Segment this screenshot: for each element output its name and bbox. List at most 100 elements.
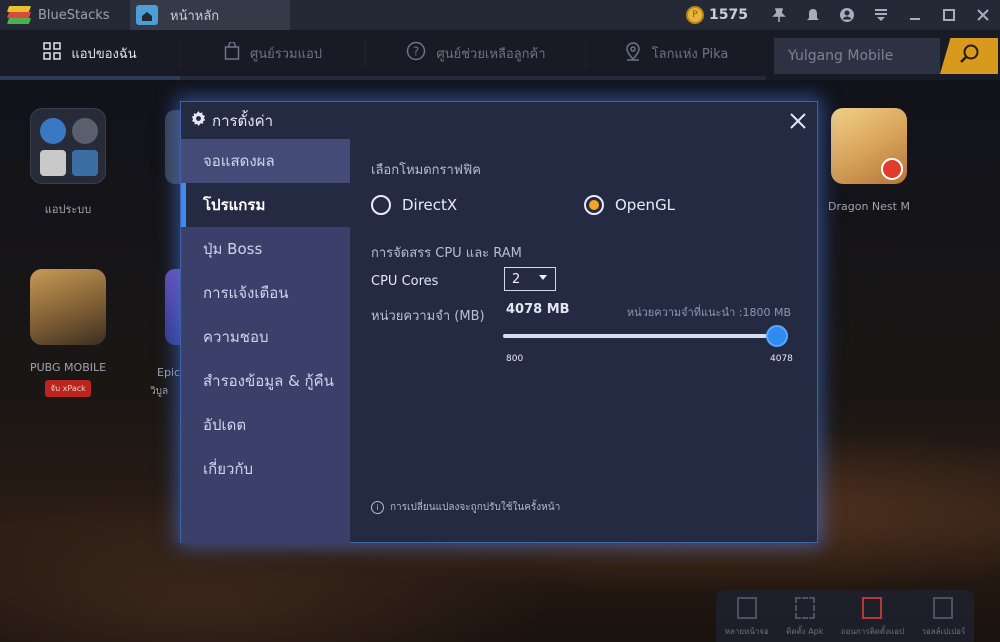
search-button[interactable]: [940, 38, 998, 74]
help-circle-icon: ?: [406, 41, 426, 65]
slider-track: [503, 334, 788, 338]
chevron-down-icon: [539, 275, 547, 280]
sidebar-item-label: จอแสดงผล: [203, 152, 275, 170]
tab-home[interactable]: หน้าหลัก: [130, 0, 290, 30]
menu-icon[interactable]: [864, 0, 898, 30]
minimize-icon[interactable]: [898, 0, 932, 30]
radio-circle-selected: [584, 195, 604, 215]
home-icon: [136, 5, 158, 25]
tab-app-center[interactable]: ศูนย์รวมแอป: [180, 30, 366, 80]
close-window-icon[interactable]: [966, 0, 1000, 30]
partial-app-icon: [165, 110, 181, 184]
sidebar-item-label: เกี่ยวกับ: [203, 460, 254, 478]
install-apk-icon: [794, 597, 815, 619]
map-pin-icon: [624, 41, 642, 65]
graphics-mode-group: DirectX OpenGL: [371, 195, 691, 215]
wallpaper-button[interactable]: วอลล์เปเปอร์: [921, 597, 965, 638]
nav-bar: แอปของฉัน ศูนย์รวมแอป ? ศูนย์ช่วยเหลือลู…: [0, 30, 1000, 80]
sidebar-item-display[interactable]: จอแสดงผล: [181, 139, 350, 183]
slider-min-label: 800: [506, 354, 524, 364]
account-icon[interactable]: [830, 0, 864, 30]
coin-count: 1575: [709, 7, 748, 23]
pin-icon[interactable]: [762, 0, 796, 30]
slider-max-label: 4078: [770, 354, 793, 364]
uninstall-app-button[interactable]: ถอนการติดตั้งแอป: [841, 597, 904, 638]
wallpaper-icon: [933, 597, 954, 619]
install-apk-button[interactable]: ติดตั้ง Apk: [786, 597, 823, 638]
memory-label: หน่วยความจำ (MB): [371, 309, 485, 324]
radio-label: DirectX: [402, 196, 458, 214]
sidebar-item-engine[interactable]: โปรแกรม: [181, 183, 350, 227]
dock-label: ถอนการติดตั้งแอป: [840, 627, 905, 636]
cpu-cores-label: CPU Cores: [371, 274, 439, 289]
tab-label: โลกแห่ง Pika: [651, 46, 729, 62]
brand-name: BlueStacks: [38, 7, 110, 23]
grid-icon: [43, 42, 62, 64]
pubg-mobile-icon: [30, 269, 107, 345]
restart-note: i การเปลี่ยนแปลงจะถูกปรับใช้ในครั้งหน้า: [371, 500, 560, 515]
close-icon: [790, 113, 806, 129]
cpu-cores-value: 2: [512, 271, 521, 287]
tab-help-center[interactable]: ? ศูนย์ช่วยเหลือลูกค้า: [366, 30, 586, 80]
resources-section-title: การจัดสรร CPU และ RAM: [371, 246, 522, 261]
multi-instance-button[interactable]: หลายหน้าจอ: [725, 597, 769, 638]
maximize-icon[interactable]: [932, 0, 966, 30]
radio-circle: [371, 195, 391, 215]
bluestacks-logo-icon: [6, 5, 32, 25]
app-label: Epic: [157, 366, 181, 379]
radio-label: OpenGL: [615, 196, 676, 214]
sidebar-item-boss-key[interactable]: ปุ่ม Boss: [181, 227, 350, 271]
sidebar-item-label: อัปเดต: [203, 416, 247, 434]
info-icon: i: [371, 501, 384, 514]
sidebar-item-about[interactable]: เกี่ยวกับ: [181, 447, 350, 491]
tab-label: ศูนย์รวมแอป: [249, 46, 323, 62]
dialog-title: การตั้งค่า: [212, 111, 274, 130]
coin-icon: P: [686, 6, 705, 24]
sidebar-item-updates[interactable]: อัปเดต: [181, 403, 350, 447]
app-pubg[interactable]: PUBG MOBILE จับ xPack: [30, 269, 106, 397]
graphics-section-title: เลือกโหมดกราฟฟิค: [371, 163, 481, 178]
dialog-header: การตั้งค่า: [181, 102, 817, 139]
memory-recommended: หน่วยความจำที่แนะนำ :1800 MB: [626, 306, 791, 319]
settings-content: เลือกโหมดกราฟฟิค DirectX OpenGL การจัดสร…: [371, 139, 801, 543]
dock-label: ติดตั้ง Apk: [786, 627, 824, 636]
app-badge: จับ xPack: [45, 380, 91, 397]
epic-app-icon: [165, 269, 181, 345]
title-bar-controls: P 1575: [686, 0, 1000, 30]
slider-thumb[interactable]: [766, 325, 788, 347]
dock-label: วอลล์เปเปอร์: [921, 627, 966, 636]
tab-pika-world[interactable]: โลกแห่ง Pika: [586, 30, 766, 80]
tab-label: แอปของฉัน: [71, 46, 137, 62]
app-label: PUBG MOBILE: [30, 361, 107, 374]
bell-icon[interactable]: [796, 0, 830, 30]
trash-icon: [862, 597, 883, 619]
shopping-bag-icon: [224, 41, 240, 64]
radio-opengl[interactable]: OpenGL: [584, 195, 675, 215]
note-text: การเปลี่ยนแปลงจะถูกปรับใช้ในครั้งหน้า: [390, 502, 561, 513]
settings-sidebar: จอแสดงผล โปรแกรม ปุ่ม Boss การแจ้งเตือน …: [181, 139, 350, 543]
multi-window-icon: [736, 597, 757, 619]
dock-label: หลายหน้าจอ: [724, 627, 769, 636]
tab-home-label: หน้าหลัก: [170, 8, 220, 24]
search-input[interactable]: Yulgang Mobile: [774, 38, 940, 74]
sidebar-item-label: ความชอบ: [203, 328, 269, 346]
tab-my-apps[interactable]: แอปของฉัน: [0, 30, 180, 80]
svg-text:?: ?: [413, 45, 419, 59]
memory-value: 4078 MB: [506, 302, 570, 317]
brand: BlueStacks: [0, 0, 130, 30]
sidebar-item-preferences[interactable]: ความชอบ: [181, 315, 350, 359]
radio-directx[interactable]: DirectX: [371, 195, 584, 215]
settings-dialog: การตั้งค่า จอแสดงผล โปรแกรม ปุ่ม Boss กา…: [180, 101, 818, 543]
app-dragon-nest[interactable]: Dragon Nest M: [828, 108, 910, 213]
sidebar-item-notifications[interactable]: การแจ้งเตือน: [181, 271, 350, 315]
sidebar-item-backup-restore[interactable]: สำรองข้อมูล & กู้คืน: [181, 359, 350, 403]
sidebar-item-label: โปรแกรม: [203, 196, 266, 214]
sidebar-item-label: ปุ่ม Boss: [203, 240, 263, 258]
cpu-cores-select[interactable]: 2: [504, 267, 556, 291]
memory-slider[interactable]: [503, 325, 788, 347]
app-system[interactable]: แอประบบ: [30, 108, 106, 218]
close-button[interactable]: [785, 108, 811, 134]
bottom-dock: หลายหน้าจอ ติดตั้ง Apk ถอนการติดตั้งแอป …: [716, 590, 974, 642]
search-icon: [958, 43, 980, 69]
tab-label: ศูนย์ช่วยเหลือลูกค้า: [436, 46, 546, 62]
